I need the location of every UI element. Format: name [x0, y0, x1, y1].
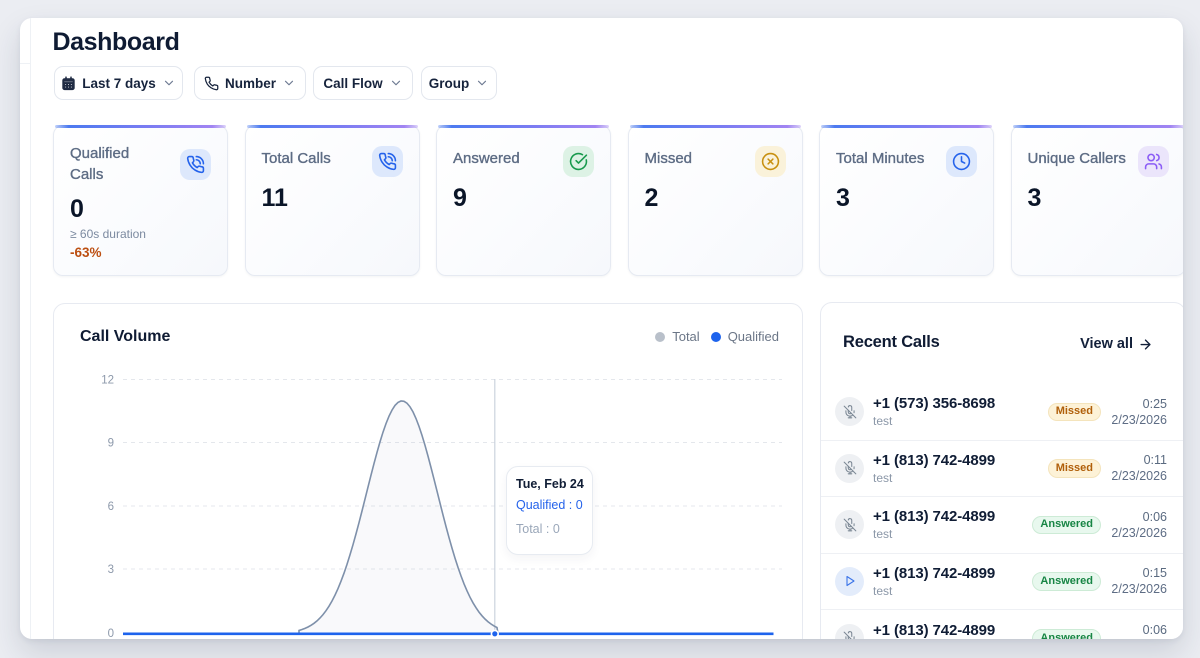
- svg-text:9: 9: [108, 438, 114, 450]
- svg-text:3: 3: [108, 564, 114, 576]
- svg-text:6: 6: [108, 501, 114, 513]
- svg-text:0: 0: [108, 628, 114, 639]
- svg-text:12: 12: [101, 375, 114, 387]
